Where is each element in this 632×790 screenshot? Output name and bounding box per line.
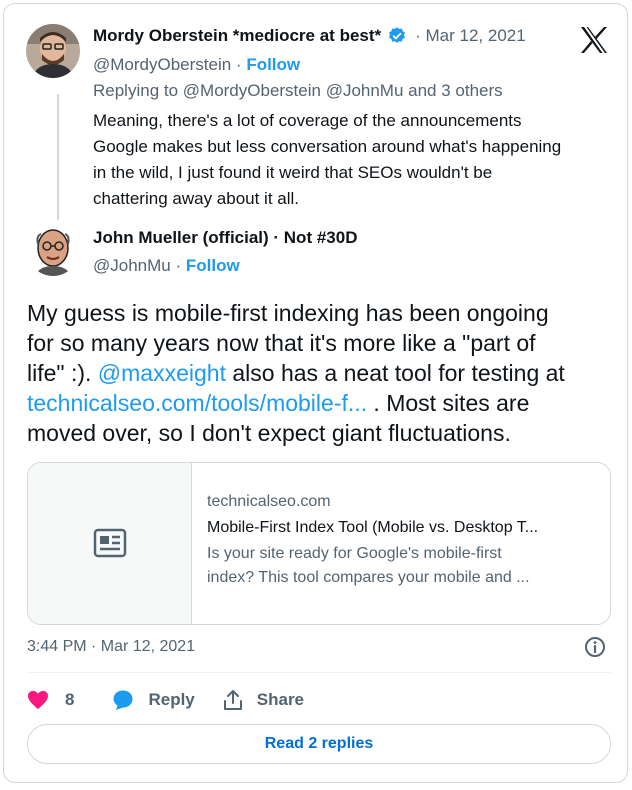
link-preview-card[interactable]: technicalseo.com Mobile-First Index Tool… xyxy=(27,462,611,625)
main-text-line: moved over, so I don't expect giant fluc… xyxy=(27,420,511,446)
handle-separator: · xyxy=(170,256,186,275)
main-text-line: for so many years now that it's more lik… xyxy=(27,330,536,356)
reply-bubble-icon xyxy=(113,690,133,710)
parent-handle-line: @MordyOberstein · Follow xyxy=(93,55,300,75)
x-logo-icon[interactable] xyxy=(579,26,609,54)
parent-tweet-text: Meaning, there's a lot of coverage of th… xyxy=(93,108,613,212)
thread-connector-line xyxy=(57,94,59,220)
reply-label: Reply xyxy=(148,690,195,709)
mordy-avatar[interactable] xyxy=(26,24,80,78)
replying-to[interactable]: Replying to @MordyOberstein @JohnMu and … xyxy=(93,81,503,101)
like-count: 8 xyxy=(65,690,75,709)
share-icon xyxy=(223,690,242,710)
parent-author-line: Mordy Oberstein *mediocre at best* · Mar… xyxy=(93,26,526,46)
link-preview-body: technicalseo.com Mobile-First Index Tool… xyxy=(207,493,602,590)
link-preview-thumbnail xyxy=(28,463,192,624)
main-text-line: My guess is mobile-first indexing has be… xyxy=(27,300,549,326)
main-text-segment: life" :). xyxy=(27,360,98,386)
main-handle-line: @JohnMu · Follow xyxy=(93,256,240,276)
link-desc-line: index? This tool compares your mobile an… xyxy=(207,569,530,586)
reply-button[interactable]: Reply xyxy=(112,689,195,711)
main-tweet-text: My guess is mobile-first indexing has be… xyxy=(27,298,617,448)
parent-date[interactable]: · Mar 12, 2021 xyxy=(415,26,526,46)
parent-author-name[interactable]: Mordy Oberstein *mediocre at best* xyxy=(93,26,381,46)
parent-text-line: in the wild, I just found it weird that … xyxy=(93,163,493,182)
parent-text-line: chattering away about it all. xyxy=(93,189,300,208)
main-author-name[interactable]: John Mueller (official) · Not #30D xyxy=(93,228,357,248)
divider xyxy=(27,672,611,673)
share-label: Share xyxy=(256,690,305,709)
verified-badge-icon xyxy=(387,26,407,46)
link-desc-line: Is your site ready for Google's mobile-f… xyxy=(207,545,502,562)
article-icon xyxy=(93,528,127,558)
main-text-segment: . Most sites are xyxy=(367,390,530,416)
main-text-segment: also has a neat tool for testing at xyxy=(225,360,565,386)
main-text-line: life" :). @maxxeight also has a neat too… xyxy=(27,358,617,388)
read-replies-button[interactable]: Read 2 replies xyxy=(27,724,611,764)
link-title: Mobile-First Index Tool (Mobile vs. Desk… xyxy=(207,519,539,536)
john-avatar[interactable] xyxy=(27,224,79,276)
parent-text-line: Meaning, there's a lot of coverage of th… xyxy=(93,111,522,130)
follow-button-main[interactable]: Follow xyxy=(186,256,240,275)
link-domain: technicalseo.com xyxy=(207,493,331,510)
handle-separator: · xyxy=(231,55,247,74)
main-handle[interactable]: @JohnMu xyxy=(93,256,171,275)
action-bar: 8 Reply Share xyxy=(27,686,304,714)
parent-text-line: Google makes but less conversation aroun… xyxy=(93,137,562,156)
embedded-tweet-card: Mordy Oberstein *mediocre at best* · Mar… xyxy=(3,3,628,783)
follow-button-parent[interactable]: Follow xyxy=(246,55,300,74)
mention-link[interactable]: @maxxeight xyxy=(98,360,226,386)
like-button[interactable]: 8 xyxy=(27,690,74,710)
link-description: Is your site ready for Google's mobile-f… xyxy=(207,542,602,590)
main-text-line: technicalseo.com/tools/mobile-f... . Mos… xyxy=(27,388,617,418)
url-link[interactable]: technicalseo.com/tools/mobile-f... xyxy=(27,390,367,416)
share-button[interactable]: Share xyxy=(223,689,304,711)
parent-handle[interactable]: @MordyOberstein xyxy=(93,55,231,74)
tweet-timestamp[interactable]: 3:44 PM · Mar 12, 2021 xyxy=(27,638,195,656)
heart-icon xyxy=(28,690,48,710)
info-icon[interactable] xyxy=(584,636,606,658)
